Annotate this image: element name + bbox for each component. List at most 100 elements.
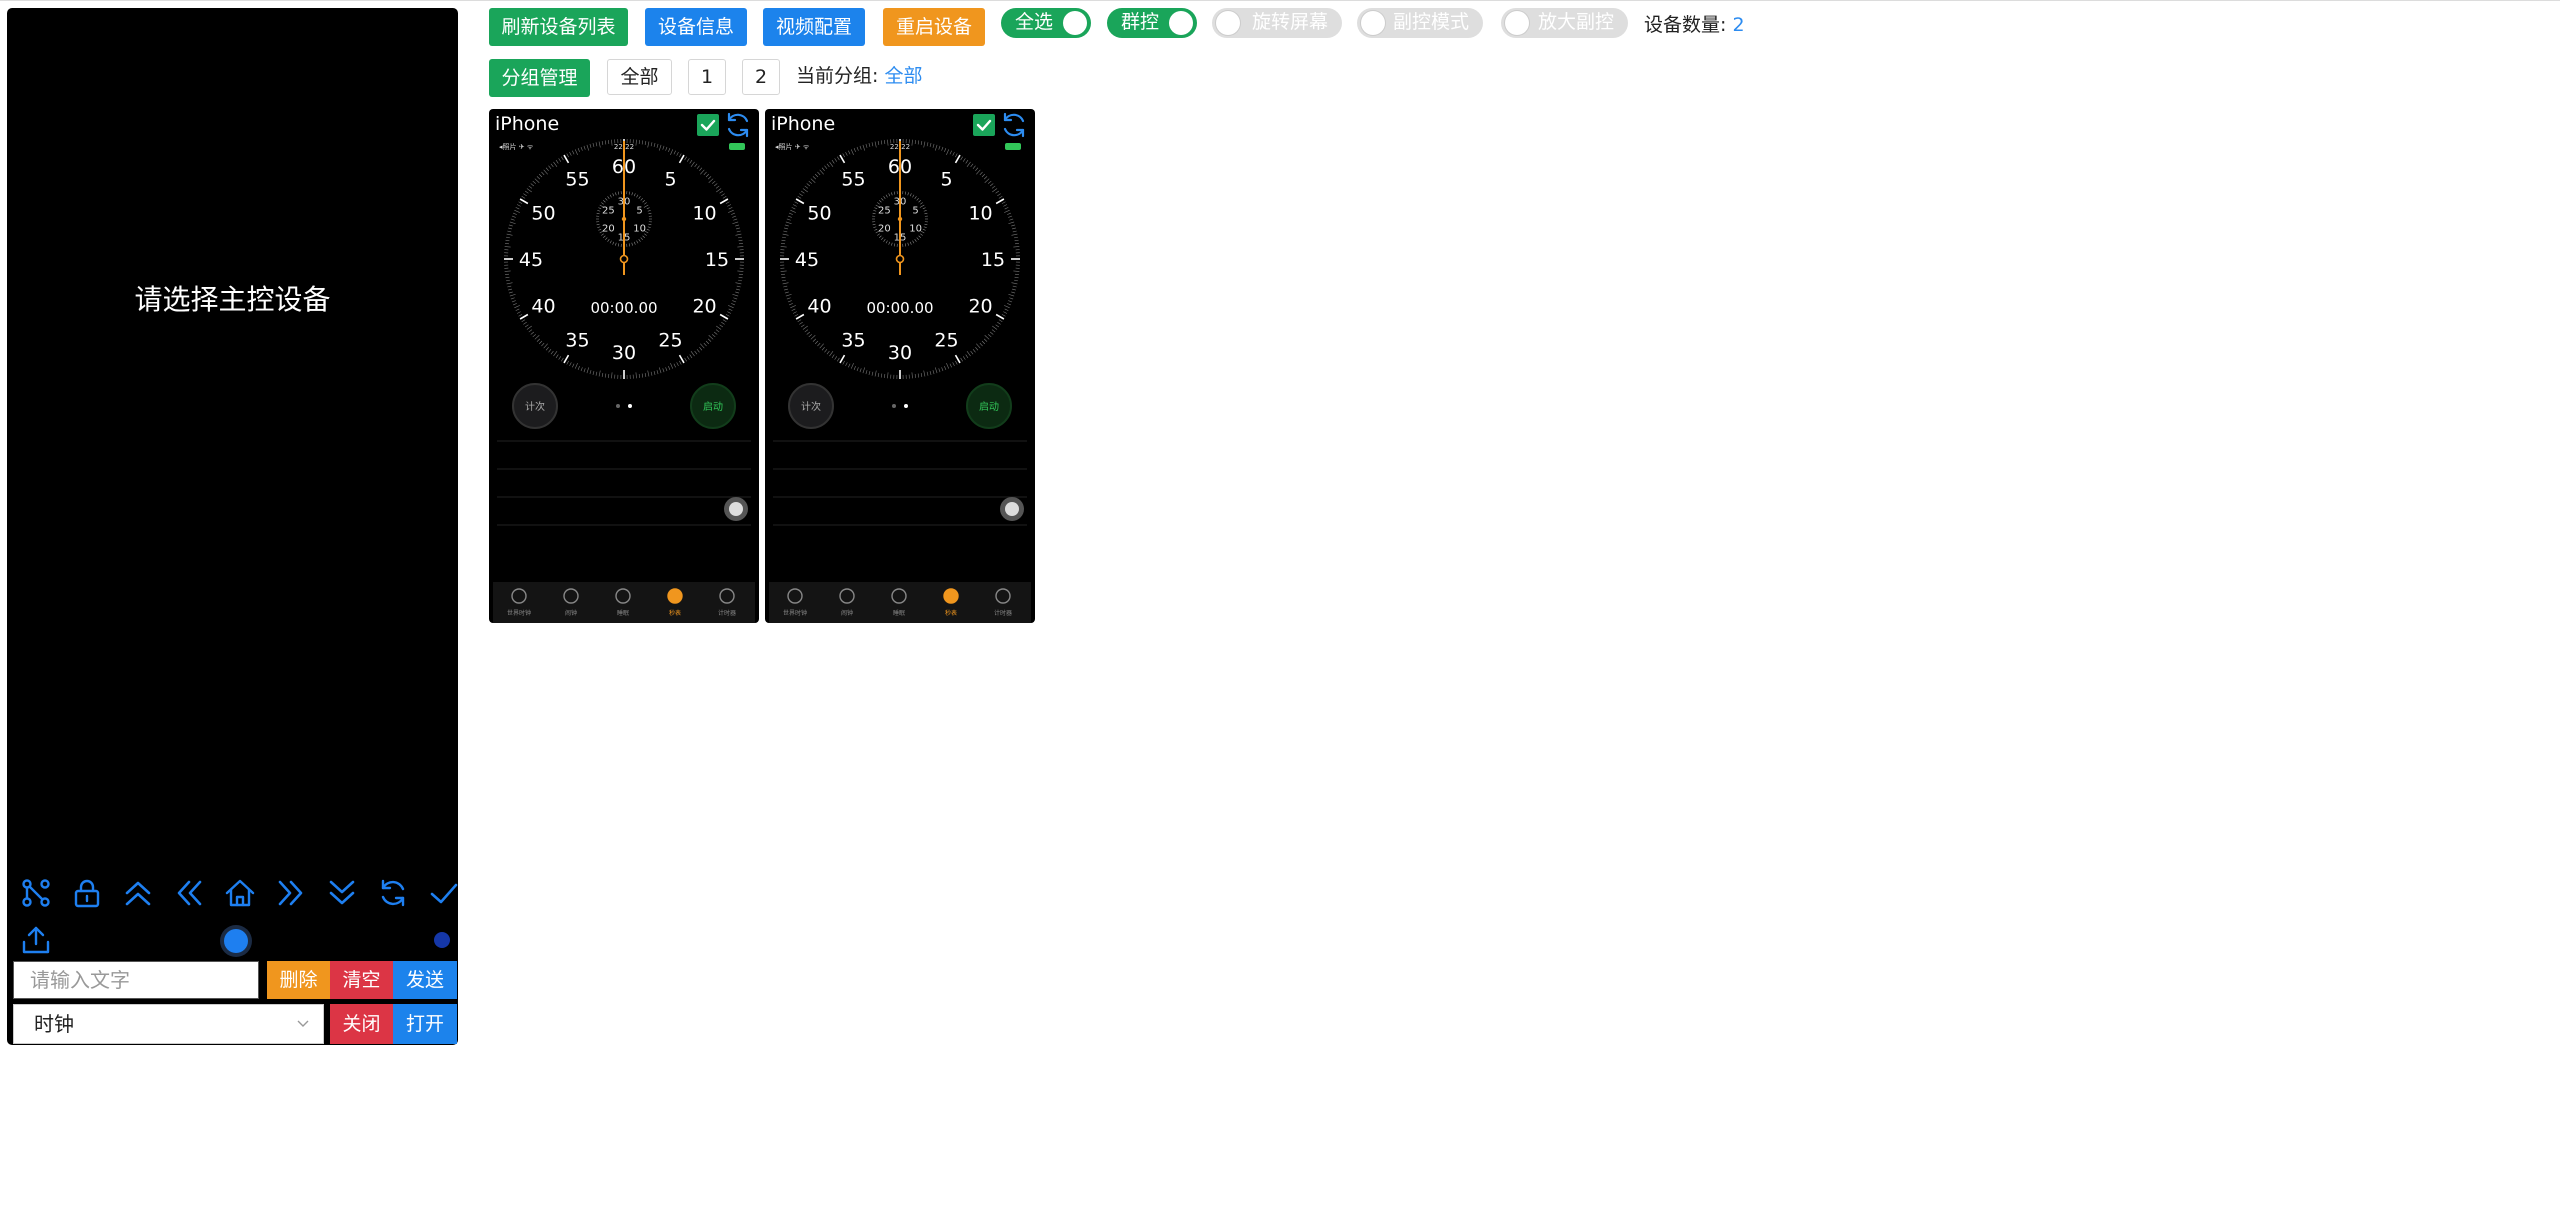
device-info-button[interactable]: 设备信息 bbox=[645, 8, 747, 46]
send-button[interactable]: 发送 bbox=[393, 961, 457, 999]
page-dot bbox=[628, 404, 632, 408]
select-all-toggle[interactable]: 全选 bbox=[1001, 8, 1091, 38]
app-select[interactable]: 时钟 bbox=[13, 1004, 324, 1044]
group-control-toggle[interactable]: 群控 bbox=[1107, 8, 1197, 38]
rotate-screen-label: 旋转屏幕 bbox=[1251, 11, 1328, 33]
dial-number: 45 bbox=[519, 249, 543, 271]
start-button-label: 启动 bbox=[979, 400, 999, 413]
tab-label: 世界时钟 bbox=[783, 609, 807, 617]
dial-number: 55 bbox=[565, 168, 589, 190]
clear-button[interactable]: 清空 bbox=[330, 961, 393, 999]
open-app-button[interactable]: 打开 bbox=[393, 1004, 457, 1044]
dial-number: 5 bbox=[664, 168, 676, 190]
device-checkbox[interactable] bbox=[697, 114, 719, 136]
current-group-label: 当前分组: bbox=[796, 65, 879, 87]
toggle-knob bbox=[1169, 11, 1193, 35]
sub-dial-number: 25 bbox=[602, 206, 615, 217]
stopwatch-icon bbox=[667, 588, 683, 604]
battery-icon bbox=[1005, 143, 1021, 150]
rotate-screen-toggle[interactable]: 旋转屏幕 bbox=[1212, 8, 1342, 38]
group-1-button[interactable]: 1 bbox=[688, 59, 726, 95]
navigation-dot[interactable] bbox=[224, 929, 248, 953]
timer-display: 00:00.00 bbox=[866, 299, 933, 317]
hand-pivot bbox=[895, 254, 905, 264]
check-icon[interactable] bbox=[423, 872, 465, 914]
timer-display: 00:00.00 bbox=[590, 299, 657, 317]
page-dot bbox=[904, 404, 908, 408]
device-card[interactable]: iPhone ◂照片 ✈ ᯤ22:22605101520253035404550… bbox=[765, 109, 1035, 623]
control-button-row bbox=[15, 872, 458, 914]
sub-dial-number: 5 bbox=[636, 206, 642, 217]
lap-button-label: 计次 bbox=[801, 400, 821, 413]
dial-number: 30 bbox=[888, 342, 912, 364]
check-icon bbox=[976, 119, 992, 131]
delete-button[interactable]: 删除 bbox=[267, 961, 330, 999]
dial-number: 20 bbox=[968, 296, 992, 318]
close-app-button[interactable]: 关闭 bbox=[330, 1004, 393, 1044]
text-input[interactable]: 请输入文字 bbox=[13, 961, 259, 999]
device-count-value: 2 bbox=[1732, 14, 1745, 36]
text-input-row: 请输入文字 删除 清空 发送 bbox=[13, 961, 457, 999]
group-all-button[interactable]: 全部 bbox=[607, 59, 672, 95]
home-icon[interactable] bbox=[219, 872, 261, 914]
dial-number: 10 bbox=[692, 203, 716, 225]
dial-number: 25 bbox=[934, 330, 958, 352]
select-all-label: 全选 bbox=[1015, 11, 1054, 33]
indicator-dot bbox=[434, 932, 450, 948]
device-screen[interactable]: ◂照片 ✈ ᯤ22:226051015202530354045505530510… bbox=[493, 139, 755, 623]
app-select-value: 时钟 bbox=[34, 1012, 74, 1036]
dial-number: 15 bbox=[705, 249, 729, 271]
page-dot bbox=[616, 404, 620, 408]
double-down-icon[interactable] bbox=[321, 872, 363, 914]
toggle-knob bbox=[1216, 11, 1240, 35]
battery-icon bbox=[729, 143, 745, 150]
video-config-button[interactable]: 视频配置 bbox=[763, 8, 865, 46]
tab-label: 计时器 bbox=[994, 609, 1012, 617]
assistive-touch-inner bbox=[729, 502, 743, 516]
double-right-icon[interactable] bbox=[270, 872, 312, 914]
device-checkbox[interactable] bbox=[973, 114, 995, 136]
check-icon bbox=[700, 119, 716, 131]
tab-label: 秒表 bbox=[945, 609, 957, 617]
dial-number: 50 bbox=[807, 203, 831, 225]
double-left-icon[interactable] bbox=[168, 872, 210, 914]
dial-number: 35 bbox=[841, 330, 865, 352]
double-up-icon[interactable] bbox=[117, 872, 159, 914]
app-select-row: 时钟 关闭 打开 bbox=[13, 1004, 457, 1044]
sub-dial-number: 25 bbox=[878, 206, 891, 217]
device-count-label: 设备数量: bbox=[1644, 14, 1727, 36]
sync-icon[interactable] bbox=[1000, 111, 1028, 139]
refresh-device-list-button[interactable]: 刷新设备列表 bbox=[489, 8, 628, 46]
assistive-touch-inner bbox=[1005, 502, 1019, 516]
text-input-placeholder: 请输入文字 bbox=[30, 968, 130, 992]
lock-icon[interactable] bbox=[66, 872, 108, 914]
zoom-sub-control-toggle[interactable]: 放大副控 bbox=[1501, 8, 1628, 38]
dial-number: 30 bbox=[612, 342, 636, 364]
refresh-icon[interactable] bbox=[372, 872, 414, 914]
master-control-panel: 请选择主控设备 请输入文字 删除 清空 发送 时钟 关闭 打开 bbox=[7, 8, 458, 1045]
toggle-knob bbox=[1361, 11, 1385, 35]
device-screen[interactable]: ◂照片 ✈ ᯤ22:226051015202530354045505530510… bbox=[769, 139, 1031, 623]
chevron-down-icon bbox=[297, 1020, 309, 1027]
group-manage-button[interactable]: 分组管理 bbox=[489, 59, 590, 97]
sub-control-mode-toggle[interactable]: 副控模式 bbox=[1357, 8, 1483, 38]
current-group: 当前分组: 全部 bbox=[796, 61, 922, 88]
sub-dial-number: 5 bbox=[912, 206, 918, 217]
lap-button-label: 计次 bbox=[525, 400, 545, 413]
current-group-value[interactable]: 全部 bbox=[884, 65, 922, 87]
device-title: iPhone bbox=[495, 113, 560, 135]
secondary-control-row bbox=[15, 920, 455, 960]
tab-label: 世界时钟 bbox=[507, 609, 531, 617]
start-button-label: 启动 bbox=[703, 400, 723, 413]
device-card[interactable]: iPhone ◂照片 ✈ ᯤ22:22605101520253035404550… bbox=[489, 109, 759, 623]
nodes-icon[interactable] bbox=[15, 872, 57, 914]
group-2-button[interactable]: 2 bbox=[742, 59, 780, 95]
status-bar-left: ◂照片 ✈ ᯤ bbox=[499, 142, 534, 151]
tab-label: 睡眠 bbox=[617, 609, 629, 617]
dial-number: 10 bbox=[968, 203, 992, 225]
upload-icon[interactable] bbox=[15, 919, 57, 961]
tab-label: 闹钟 bbox=[841, 609, 853, 617]
restart-device-button[interactable]: 重启设备 bbox=[883, 8, 985, 46]
sub-dial-number: 10 bbox=[633, 224, 646, 235]
sync-icon[interactable] bbox=[724, 111, 752, 139]
